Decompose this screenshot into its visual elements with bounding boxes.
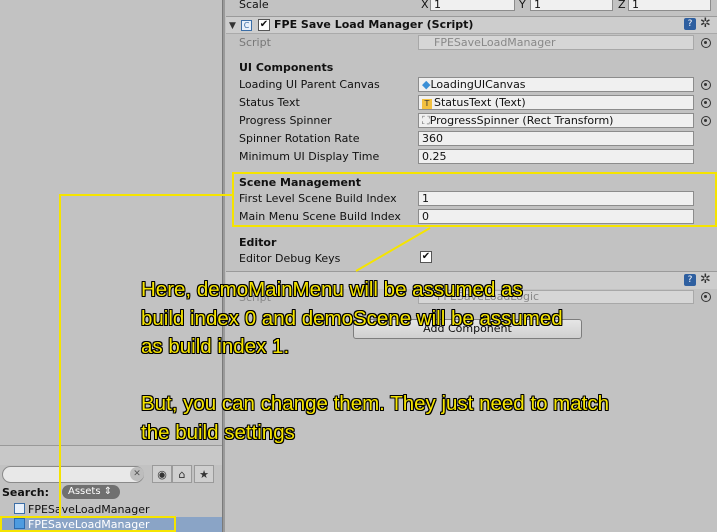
assets-filter-dropdown[interactable]: Assets ⇕ (62, 485, 120, 499)
component-enabled-checkbox[interactable]: ✔ (258, 19, 270, 31)
status-text-value: StatusText (Text) (434, 96, 526, 109)
foldout-arrow-icon[interactable]: ▼ (229, 21, 236, 31)
assets-filter-label: Assets (68, 486, 101, 497)
annotation-text: Here, demoMainMenu will be assumed as bu… (141, 278, 609, 444)
search-clear-icon[interactable]: ✕ (130, 467, 144, 481)
object-picker-icon[interactable] (701, 116, 711, 126)
gear-icon[interactable]: ✲ (700, 16, 711, 31)
progress-spinner-label: Progress Spinner (239, 114, 332, 127)
object-picker-icon[interactable] (701, 38, 711, 48)
scale-x-field[interactable]: 1 (430, 0, 515, 11)
text-icon: T (422, 99, 432, 109)
ui-components-heading: UI Components (239, 61, 334, 74)
loading-canvas-label: Loading UI Parent Canvas (239, 78, 380, 91)
component-title: FPE Save Load Manager (Script) (274, 18, 474, 31)
object-picker-icon[interactable] (701, 80, 711, 90)
progress-spinner-field[interactable]: ⛶ProgressSpinner (Rect Transform) (418, 113, 694, 128)
script-icon: C (241, 20, 252, 31)
project-item-highlight (0, 516, 176, 532)
filter-by-label-icon[interactable]: ⌂ (172, 465, 192, 483)
script-field: FPESaveLoadManager (418, 35, 694, 50)
scale-z-label: Z (618, 0, 626, 11)
list-item-label: FPESaveLoadManager (28, 503, 150, 516)
status-text-field[interactable]: T StatusText (Text) (418, 95, 694, 110)
filter-by-type-icon[interactable]: ◉ (152, 465, 172, 483)
connector-line (355, 227, 431, 272)
connector-line (59, 194, 61, 517)
connector-line (59, 194, 233, 196)
script-icon (14, 503, 25, 514)
scale-y-field[interactable]: 1 (530, 0, 613, 11)
project-toolbar (0, 445, 222, 465)
min-display-time-label: Minimum UI Display Time (239, 150, 380, 163)
scale-label: Scale (239, 0, 269, 11)
search-label: Search: (2, 486, 49, 499)
editor-debug-keys-label: Editor Debug Keys (239, 252, 341, 265)
help-icon[interactable]: ? (684, 18, 696, 30)
rotation-rate-field[interactable]: 360 (418, 131, 694, 146)
status-text-label: Status Text (239, 96, 300, 109)
rect-transform-icon: ⛶ (422, 114, 430, 127)
script-field-value: FPESaveLoadManager (434, 36, 556, 49)
editor-heading: Editor (239, 236, 277, 249)
scale-x-label: X (421, 0, 429, 11)
project-search-input[interactable] (2, 466, 144, 483)
min-display-time-field[interactable]: 0.25 (418, 149, 694, 164)
panel-divider[interactable] (222, 0, 225, 532)
scale-z-field[interactable]: 1 (628, 0, 711, 11)
object-picker-icon[interactable] (701, 98, 711, 108)
loading-canvas-value: LoadingUICanvas (430, 78, 526, 91)
scale-y-label: Y (519, 0, 526, 11)
loading-canvas-field[interactable]: ◆LoadingUICanvas (418, 77, 694, 92)
favorite-star-icon[interactable]: ★ (194, 465, 214, 483)
scene-management-highlight (232, 172, 717, 227)
rotation-rate-label: Spinner Rotation Rate (239, 132, 360, 145)
progress-spinner-value: ProgressSpinner (Rect Transform) (429, 114, 614, 127)
script-label: Script (239, 36, 271, 49)
